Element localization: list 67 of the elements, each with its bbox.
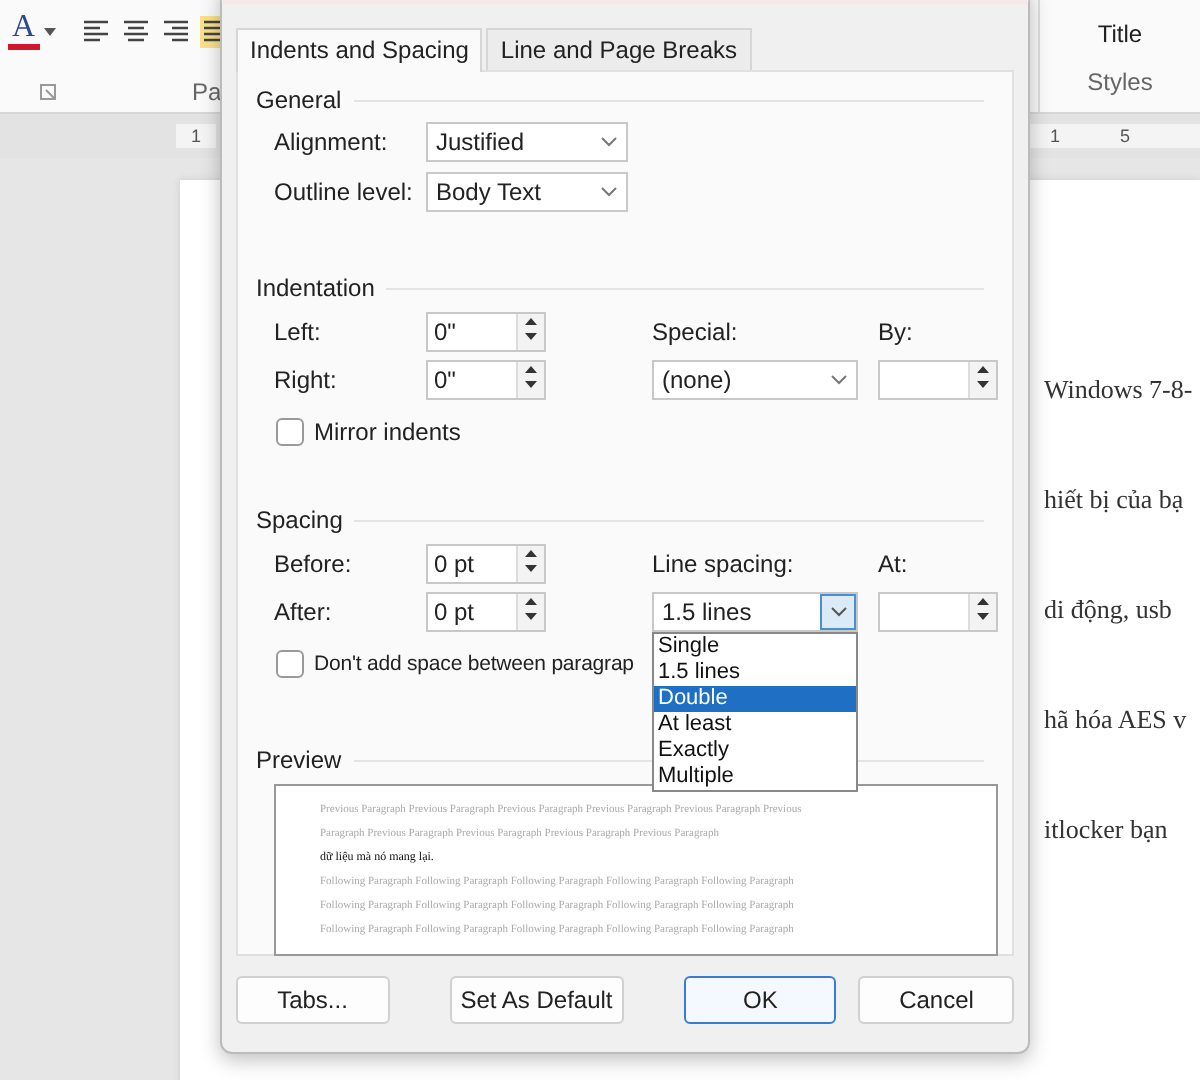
dropdown[interactable]: (none)	[652, 360, 858, 400]
dropdown[interactable]: 1.5 lines	[652, 592, 858, 632]
dialog-button[interactable]: Set As Default	[449, 976, 624, 1024]
dialog-launcher-icon[interactable]	[40, 84, 56, 100]
dropdown[interactable]: Body Text	[426, 171, 628, 211]
spin-field[interactable]	[878, 360, 998, 400]
spinner-arrows-icon[interactable]	[516, 546, 544, 582]
field-label: Right:	[274, 366, 339, 394]
dialog-button[interactable]: OK	[683, 976, 837, 1024]
field-label: After:	[274, 598, 334, 626]
dropdown-option[interactable]: Double	[654, 686, 856, 712]
spinner-arrows-icon[interactable]	[516, 362, 544, 398]
field-label: Line spacing:	[652, 550, 796, 578]
checkbox[interactable]	[276, 650, 304, 678]
field-label: At:	[878, 550, 910, 578]
group-label: Styles	[1087, 68, 1153, 96]
spin-field[interactable]: 0 pt	[426, 592, 546, 632]
tab[interactable]: Indents and Spacing	[236, 28, 483, 72]
align-icon[interactable]	[79, 15, 112, 47]
document-text: itlocker bạn	[1044, 814, 1170, 848]
field-label: Alignment:	[274, 127, 390, 155]
dropdown-option[interactable]: At least	[654, 712, 856, 738]
font-color-button[interactable]: A	[8, 12, 40, 50]
ruler-mark: 1	[1050, 124, 1061, 148]
document-text: hã hóa AES v	[1044, 704, 1189, 738]
dropdown[interactable]: Justified	[426, 121, 628, 161]
checkbox-label: Mirror indents	[314, 418, 461, 446]
field-label: Left:	[274, 318, 323, 346]
spin-field[interactable]	[878, 592, 998, 632]
spin-field[interactable]: 0"	[426, 312, 546, 352]
dropdown-option[interactable]: Exactly	[654, 738, 856, 764]
section-title: Spacing	[256, 506, 343, 534]
spinner-arrows-icon[interactable]	[968, 594, 996, 630]
field-label: By:	[878, 318, 915, 346]
chevron-icon[interactable]	[820, 594, 856, 630]
dropdown-option[interactable]: Multiple	[654, 764, 856, 790]
field-label: Outline level:	[274, 177, 415, 205]
align-icon[interactable]	[119, 15, 152, 47]
ruler-mark: 1	[190, 124, 201, 148]
document-text: Windows 7-8-	[1044, 374, 1195, 408]
group-label: Pa	[192, 78, 222, 106]
checkbox[interactable]	[276, 418, 304, 446]
style-name[interactable]: Title	[1097, 20, 1143, 48]
section-title: Indentation	[256, 274, 375, 302]
dialog-button[interactable]: Tabs...	[236, 976, 390, 1024]
checkbox-label: Don't add space between paragrap	[314, 652, 634, 676]
dialog-button[interactable]: Cancel	[858, 976, 1014, 1024]
align-icon[interactable]	[159, 15, 192, 47]
section-title: Preview	[256, 746, 342, 774]
document-text: hiết bị của bạ	[1044, 484, 1186, 518]
chevron-icon	[600, 185, 618, 197]
tab[interactable]: Line and Page Breaks	[486, 28, 752, 70]
section-title: General	[256, 86, 342, 114]
spinner-arrows-icon[interactable]	[516, 314, 544, 350]
dropdown-option[interactable]: 1.5 lines	[654, 660, 856, 686]
field-label: Before:	[274, 550, 354, 578]
chevron-icon	[600, 135, 618, 147]
spin-field[interactable]: 0 pt	[426, 544, 546, 584]
document-text: di động, usb	[1044, 594, 1174, 628]
chevron-icon	[830, 374, 848, 386]
spinner-arrows-icon[interactable]	[968, 362, 996, 398]
dropdown-option[interactable]: Single	[654, 634, 856, 660]
spinner-arrows-icon[interactable]	[516, 594, 544, 630]
ruler-mark: 5	[1120, 124, 1131, 148]
field-label: Special:	[652, 318, 740, 346]
caret-icon[interactable]	[43, 27, 56, 35]
spin-field[interactable]: 0"	[426, 360, 546, 400]
